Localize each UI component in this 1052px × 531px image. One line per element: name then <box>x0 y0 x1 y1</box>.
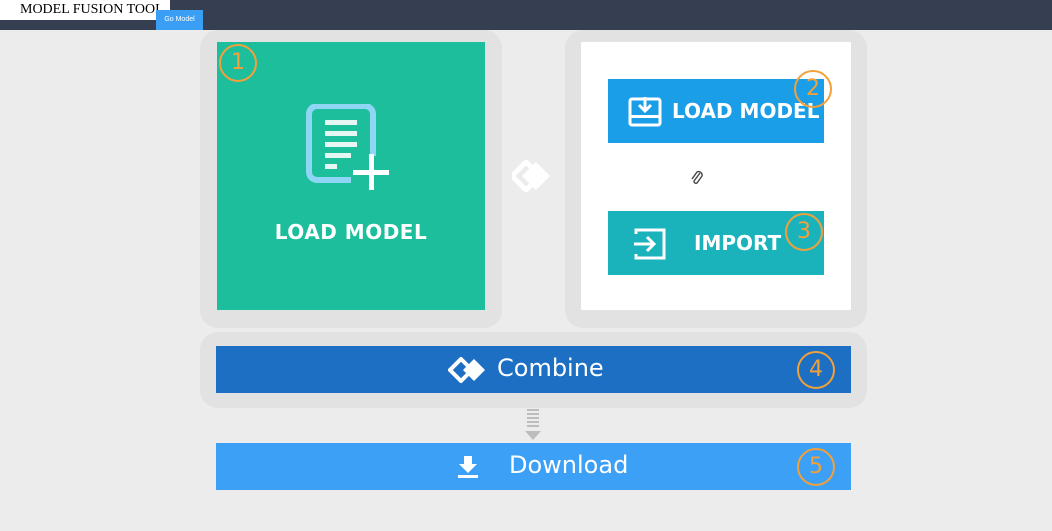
load-model-card[interactable]: LOAD MODEL <box>217 42 485 310</box>
download-arrow-icon <box>458 456 478 478</box>
arrow-down-icon <box>525 409 541 440</box>
combine-button[interactable]: Combine <box>216 346 851 393</box>
import-arrow-icon <box>634 228 666 260</box>
load-model-button[interactable]: LOAD MODEL <box>608 79 824 143</box>
app-title: MODEL FUSION TOOL <box>0 0 170 20</box>
top-bar: MODEL FUSION TOOL Go Model <box>0 0 1052 30</box>
step-number-4: 4 <box>797 351 835 389</box>
step-number-5: 5 <box>797 448 835 486</box>
step-number-3: 3 <box>785 213 823 251</box>
download-label: Download <box>509 451 629 479</box>
go-model-button[interactable]: Go Model <box>156 10 203 30</box>
load-model-card-label: LOAD MODEL <box>274 220 428 244</box>
combine-label: Combine <box>497 354 604 382</box>
document-add-icon <box>306 104 391 192</box>
diamond-link-icon <box>512 160 550 192</box>
diamond-link-icon <box>448 357 485 383</box>
paperclip-icon[interactable] <box>690 170 704 186</box>
step-number-2: 2 <box>794 70 832 108</box>
import-button-label: IMPORT <box>694 231 782 255</box>
step-number-1: 1 <box>219 44 257 82</box>
load-model-button-label: LOAD MODEL <box>672 99 820 123</box>
download-button[interactable]: Download <box>216 443 851 490</box>
download-tray-icon <box>628 97 662 127</box>
